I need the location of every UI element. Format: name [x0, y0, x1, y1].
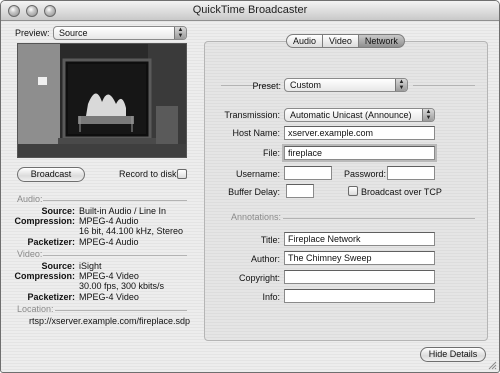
video-packetizer-label: Packetizer: [27, 292, 75, 302]
copyright-field[interactable] [284, 270, 435, 284]
video-source-label: Source: [41, 261, 75, 271]
preview-popup[interactable]: Source ▲ ▼ [53, 26, 187, 40]
copyright-label: Copyright: [238, 273, 280, 283]
hide-details-button[interactable]: Hide Details [420, 347, 486, 362]
username-field[interactable] [284, 166, 332, 180]
info-label: Info: [262, 292, 280, 302]
video-compression-detail: 30.00 fps, 300 kbits/s [79, 281, 165, 291]
annotations-section-label: Annotations: [231, 212, 282, 222]
record-to-disk-label: Record to disk [119, 169, 177, 179]
video-compression-value: MPEG-4 Video [79, 271, 139, 281]
audio-source-value: Built-in Audio / Line In [79, 206, 167, 216]
title-field[interactable]: Fireplace Network [284, 232, 435, 246]
transmission-popup-value: Automatic Unicast (Announce) [290, 110, 412, 120]
location-section-label: Location: [17, 304, 54, 314]
window-title: QuickTime Broadcaster [192, 4, 308, 16]
author-label: Author: [250, 254, 280, 264]
audio-packetizer-value: MPEG-4 Audio [79, 237, 139, 247]
preview-label: Preview: [15, 28, 50, 38]
file-field[interactable]: fireplace [284, 146, 435, 160]
broadcast-tcp-label: Broadcast over TCP [361, 187, 442, 197]
audio-section-label: Audio: [17, 194, 43, 204]
password-field[interactable] [387, 166, 435, 180]
popup-arrows-icon: ▲ ▼ [395, 79, 407, 91]
audio-packetizer-label: Packetizer: [27, 237, 75, 247]
title-label: Title: [260, 235, 280, 245]
settings-tabs: Audio Video Network [286, 34, 405, 48]
video-divider [43, 255, 187, 256]
video-preview [17, 43, 187, 158]
record-to-disk-checkbox[interactable] [177, 169, 187, 179]
password-label: Password: [344, 169, 387, 179]
preview-popup-value: Source [59, 28, 88, 38]
video-section-label: Video: [17, 249, 43, 259]
location-divider [55, 310, 187, 311]
fireplace-image [18, 44, 186, 157]
broadcast-tcp-checkbox[interactable] [348, 186, 358, 196]
location-url: rtsp://xserver.example.com/fireplace.sdp [29, 316, 191, 326]
tab-video[interactable]: Video [323, 34, 359, 48]
preset-popup[interactable]: Custom ▲ ▼ [284, 78, 408, 92]
annotations-divider [283, 218, 475, 219]
popup-arrows-icon: ▲ ▼ [174, 27, 186, 39]
audio-compression-detail: 16 bit, 44.100 kHz, Stereo [79, 226, 184, 236]
broadcast-button[interactable]: Broadcast [17, 167, 85, 182]
main-window: QuickTime Broadcaster Preview: Source ▲ ▼… [0, 0, 500, 373]
host-name-label: Host Name: [232, 128, 280, 138]
transmission-popup[interactable]: Automatic Unicast (Announce) ▲ ▼ [284, 108, 435, 122]
video-compression-label: Compression: [14, 271, 75, 281]
buffer-delay-label: Buffer Delay: [228, 187, 280, 197]
video-source-value: iSight [79, 261, 102, 271]
audio-compression-value: MPEG-4 Audio [79, 216, 139, 226]
audio-divider [43, 200, 187, 201]
host-name-field[interactable]: xserver.example.com [284, 126, 435, 140]
video-packetizer-value: MPEG-4 Video [79, 292, 139, 302]
preset-popup-value: Custom [290, 80, 322, 90]
audio-compression-label: Compression: [14, 216, 75, 226]
preset-divider-right [413, 85, 475, 86]
popup-arrows-icon: ▲ ▼ [422, 109, 434, 121]
audio-source-label: Source: [41, 206, 75, 216]
username-label: Username: [235, 169, 280, 179]
transmission-label: Transmission: [224, 110, 280, 120]
buffer-delay-field[interactable] [286, 184, 314, 198]
preset-label: Preset: [252, 81, 281, 91]
tab-network[interactable]: Network [358, 34, 405, 48]
info-field[interactable] [284, 289, 435, 303]
resize-grip-icon[interactable] [487, 360, 497, 370]
file-label: File: [262, 148, 280, 158]
title-bar: QuickTime Broadcaster [1, 1, 499, 21]
tab-audio[interactable]: Audio [286, 34, 324, 48]
author-field[interactable]: The Chimney Sweep [284, 251, 435, 265]
